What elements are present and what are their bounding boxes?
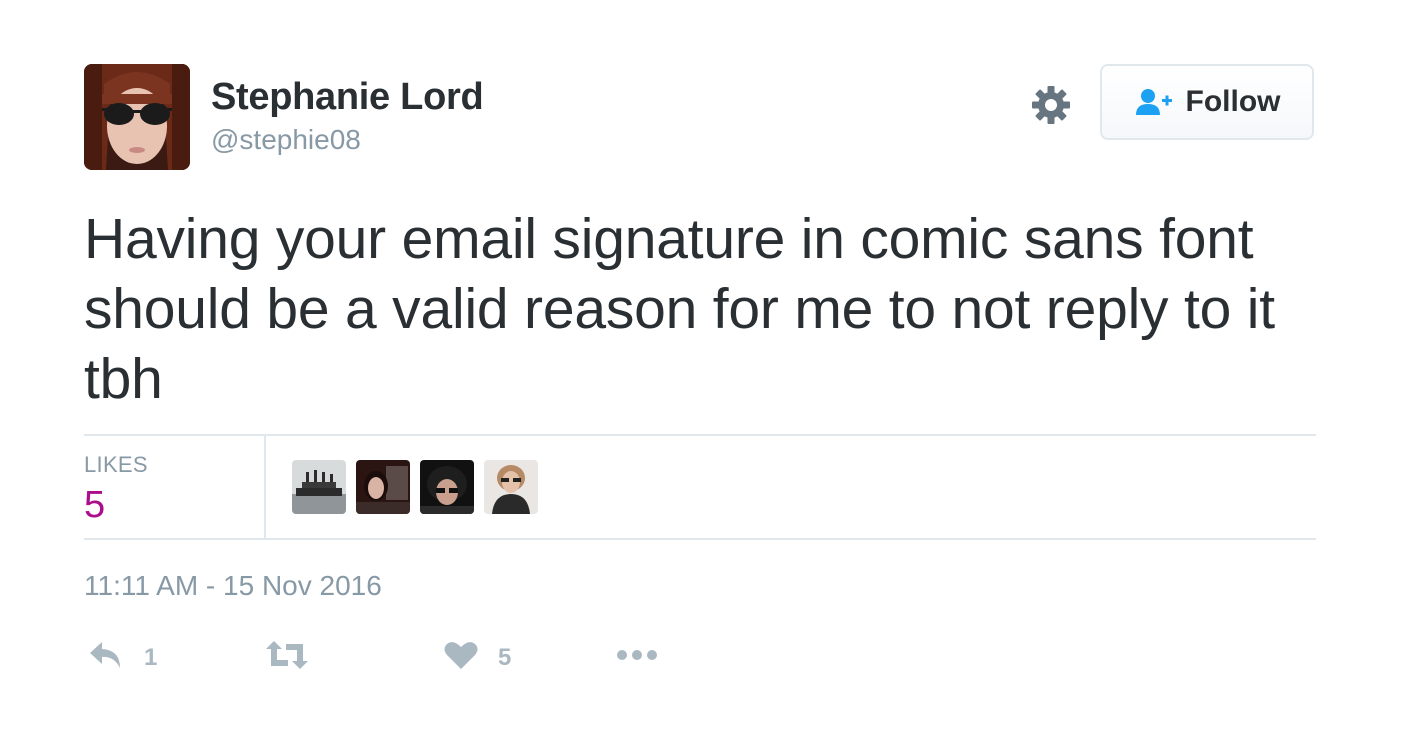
stats-separator (264, 436, 266, 538)
likes-label: LIKES (84, 452, 148, 477)
tweet-timestamp[interactable]: 11:11 AM - 15 Nov 2016 (84, 570, 382, 602)
retweet-icon (264, 640, 310, 675)
reply-button[interactable]: 1 (88, 640, 157, 675)
more-icon (616, 640, 660, 675)
liker-avatar[interactable] (356, 460, 410, 514)
divider (84, 434, 1316, 436)
user-avatar[interactable] (84, 64, 190, 170)
likes-stat[interactable]: LIKES 5 (84, 436, 264, 538)
tweet-card: Stephanie Lord @stephie08 Follow Having … (0, 0, 1402, 746)
more-button[interactable] (616, 640, 660, 675)
screen-name[interactable]: @stephie08 (211, 124, 361, 156)
liker-avatar[interactable] (484, 460, 538, 514)
likers-avatars (292, 460, 538, 514)
heart-icon (444, 640, 478, 675)
follow-button[interactable]: Follow (1100, 64, 1314, 140)
tweet-text: Having your email signature in comic san… (84, 207, 1275, 411)
gear-icon[interactable] (1030, 84, 1072, 126)
like-count: 5 (498, 643, 512, 671)
divider (84, 538, 1316, 540)
retweet-button[interactable] (264, 640, 310, 675)
follow-label: Follow (1185, 85, 1281, 118)
liker-avatar[interactable] (292, 460, 346, 514)
reply-icon (88, 640, 124, 675)
like-button[interactable]: 5 (444, 640, 511, 675)
reply-count: 1 (144, 643, 158, 671)
likes-count[interactable]: 5 (84, 484, 105, 527)
liker-avatar[interactable] (420, 460, 474, 514)
follow-person-icon (1134, 87, 1174, 117)
display-name[interactable]: Stephanie Lord (211, 76, 484, 119)
